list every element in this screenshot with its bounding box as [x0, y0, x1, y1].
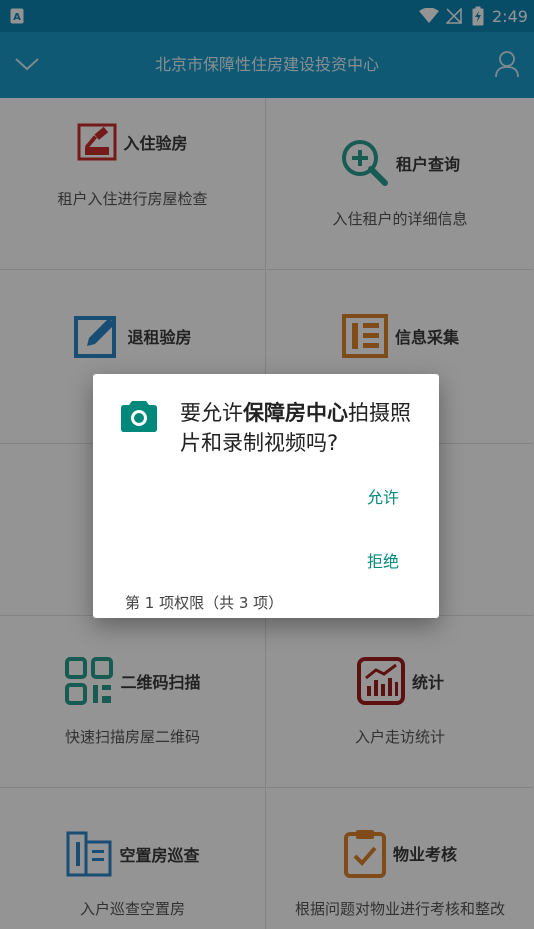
- permission-dialog: 要允许保障房中心拍摄照片和录制视频吗? 允许 拒绝 第 1 项权限（共 3 项）: [93, 374, 439, 618]
- permission-count: 第 1 项权限（共 3 项）: [125, 594, 284, 612]
- allow-button[interactable]: 允许: [367, 484, 399, 508]
- permission-message: 要允许保障房中心拍摄照片和录制视频吗?: [180, 398, 428, 458]
- app-name: 保障房中心: [243, 401, 348, 425]
- message-prefix: 要允许: [180, 401, 243, 425]
- camera-icon: [121, 401, 157, 432]
- deny-button[interactable]: 拒绝: [367, 548, 399, 572]
